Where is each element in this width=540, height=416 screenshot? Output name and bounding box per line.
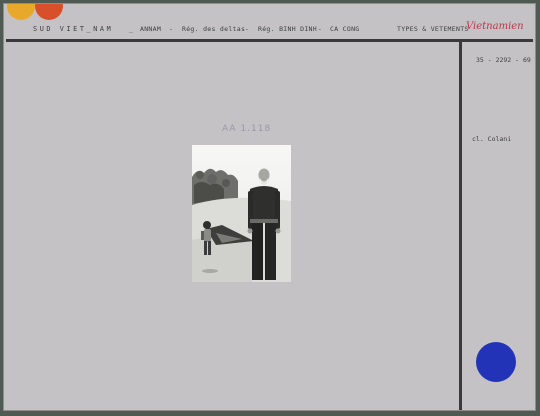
yellow-marker-dot	[7, 4, 35, 20]
reference-number: 35 - 2292 - 69	[476, 56, 531, 64]
photo-credit: cl. Colani	[472, 135, 512, 143]
header-topic: TYPES & VETEMENTS	[397, 25, 469, 33]
mounted-photograph	[192, 145, 291, 282]
blue-marker-dot	[476, 342, 516, 382]
header-sub-region-2: Rég. BINH DINH	[258, 25, 317, 33]
header-country: SUD VIET_NAM	[33, 25, 114, 33]
header-separator: _	[129, 25, 134, 33]
handwritten-annotation: Vietnamien	[466, 21, 524, 32]
pencil-note: AA 1.118	[222, 124, 272, 134]
header-separator: -	[169, 25, 174, 33]
archive-card: SUD VIET_NAM _ ANNAM - Rég. des deltas -…	[3, 3, 536, 411]
header-divider	[6, 39, 533, 42]
column-divider	[459, 39, 462, 410]
orange-marker-dot	[35, 4, 63, 20]
header-sub-region-1: Rég. des deltas	[182, 25, 246, 33]
photo-image	[192, 145, 291, 282]
header-region: ANNAM	[140, 25, 162, 33]
header-place: CA CONG	[330, 25, 360, 33]
header-separator: -	[318, 25, 323, 33]
header-separator: -	[245, 25, 250, 33]
